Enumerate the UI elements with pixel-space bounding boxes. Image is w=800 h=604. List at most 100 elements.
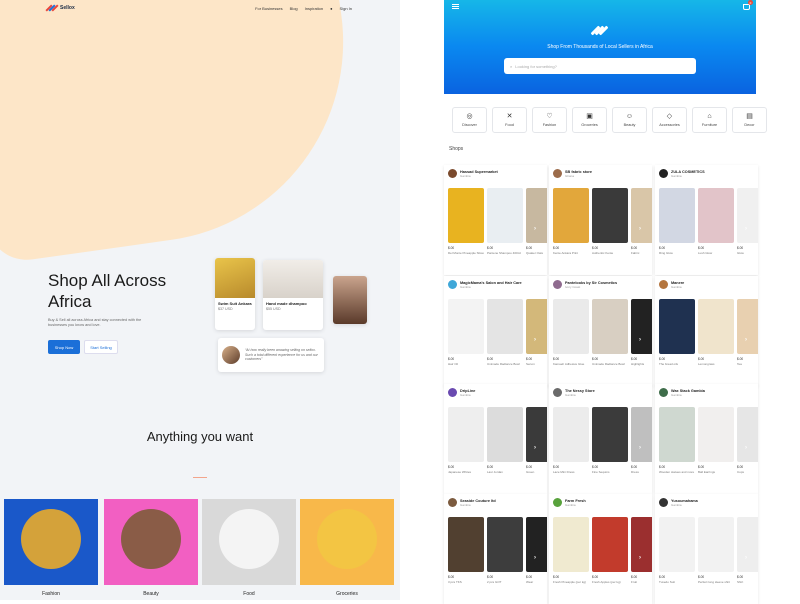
tab-accessories[interactable]: ◇ Accessories <box>652 107 687 133</box>
nav-link-inspiration[interactable]: Inspiration <box>305 6 323 11</box>
chevron-right-icon[interactable]: › <box>531 336 539 344</box>
chevron-right-icon[interactable]: › <box>531 554 539 562</box>
product-item[interactable]: $.00 The bread oils <box>659 299 695 366</box>
chevron-right-icon[interactable]: › <box>742 336 750 344</box>
product-item[interactable]: $.00 Wear <box>526 517 547 584</box>
shop-card[interactable]: Wax Stack Gambia Gambia $.00 Wooden statues… <box>655 384 758 494</box>
avatar <box>659 280 668 289</box>
brand-logo[interactable]: Sellox <box>45 3 75 13</box>
landing-page: Sellox For Businesses Blog Inspiration ●… <box>0 0 400 600</box>
shop-card[interactable]: Yusoumahama Gambia $.00 Tuxedo Suit $.00 Perf… <box>655 494 758 604</box>
category-tile-beauty[interactable] <box>104 499 198 585</box>
product-item[interactable]: $.00 Highlights <box>631 299 652 366</box>
avatar <box>553 280 562 289</box>
product-item[interactable]: $.00 Lemongrass <box>698 299 734 366</box>
product-item[interactable]: $.00 Fruit <box>631 517 652 584</box>
search-input[interactable]: ⌕ Looking for something? <box>504 58 696 74</box>
product-item[interactable]: $.00 Ball Earrings <box>698 407 734 474</box>
tab-furniture[interactable]: ⌂ Furniture <box>692 107 727 133</box>
category-tile-food[interactable] <box>202 499 296 585</box>
chevron-right-icon[interactable]: › <box>531 225 539 233</box>
product-card-shampoo[interactable]: Hand made dhampoo $55 USD <box>263 260 323 330</box>
product-item[interactable]: $.00 Japanese Whites <box>448 407 484 474</box>
product-price: $.00 <box>698 246 705 250</box>
shop-card[interactable]: The Nessy Store Gambia $.00 Lace Mini Dress… <box>549 384 652 494</box>
shop-card[interactable]: DripLine Gambia $.00 Japanese Whites $.00 Las… <box>444 384 547 494</box>
product-item[interactable]: $.00 Perfect long sleeve shirt <box>698 517 734 584</box>
tab-icon: ☺ <box>625 113 634 120</box>
product-name: Dress <box>631 470 639 474</box>
shop-name: DripLine <box>460 388 476 393</box>
shop-card[interactable]: Seaside Couture ltd Gambia $.00 3 pcs TKS $.… <box>444 494 547 604</box>
product-item[interactable]: $.00 Serum <box>526 299 547 366</box>
product-item[interactable]: $.00 Ring Glow <box>659 188 695 255</box>
shop-card[interactable]: Hassad Supermarket Gambia $.00 Del Monte Pi… <box>444 165 547 275</box>
product-item[interactable]: $.00 Wooden statues and more <box>659 407 695 474</box>
tab-beauty[interactable]: ☺ Beauty <box>612 107 647 133</box>
product-item[interactable]: $.00 Unimade Radiance Bowl <box>592 299 628 366</box>
product-image <box>487 517 523 572</box>
product-item[interactable]: $.00 Fine Sequins <box>592 407 628 474</box>
product-item[interactable]: $.00 Authentic Kente <box>592 188 628 255</box>
chevron-right-icon[interactable]: › <box>531 444 539 452</box>
product-item[interactable]: $.00 Kamaeh Adhesive Glue <box>553 299 589 366</box>
tab-fashion[interactable]: ♡ Fashion <box>532 107 567 133</box>
product-item[interactable]: $.00 Pantene Shampoo 400ml <box>487 188 523 255</box>
product-item[interactable]: $.00 Unimade Radiance Bowl <box>487 299 523 366</box>
shop-card[interactable]: Farm Fresh Gambia $.00 Fresh Pineapple (per… <box>549 494 652 604</box>
avatar <box>553 498 562 507</box>
chevron-right-icon[interactable]: › <box>636 336 644 344</box>
shop-location: Gambia <box>565 392 576 397</box>
chevron-right-icon[interactable]: › <box>636 554 644 562</box>
shop-info: Wax Stack Gambia Gambia <box>671 389 705 397</box>
tab-groceries[interactable]: ▣ Groceries <box>572 107 607 133</box>
product-item[interactable]: $.00 Lace Mini Dress <box>553 407 589 474</box>
product-item[interactable]: $.00 Hair Oil <box>448 299 484 366</box>
product-name: Perfect long sleeve shirt <box>698 580 731 584</box>
product-item[interactable]: $.00 Fresh Pineapple (per kg) <box>553 517 589 584</box>
nav-link-businesses[interactable]: For Businesses <box>255 6 283 11</box>
product-item[interactable]: $.00 Tea <box>737 299 758 366</box>
product-item[interactable]: $.00 Glow <box>737 188 758 255</box>
product-image <box>592 188 628 243</box>
tab-discover[interactable]: ◎ Discover <box>452 107 487 133</box>
product-item[interactable]: $.00 Lasr Jordan <box>487 407 523 474</box>
product-item[interactable]: $.00 Lush Glow <box>698 188 734 255</box>
product-item[interactable]: $.00 Green <box>526 407 547 474</box>
nav-link-signin[interactable]: Sign In <box>340 6 352 11</box>
nav-link-blog[interactable]: Blog <box>290 6 298 11</box>
product-item[interactable]: $.00 Cups <box>737 407 758 474</box>
product-title: Swim Suit Ankara <box>218 301 252 306</box>
tab-food[interactable]: ✕ Food <box>492 107 527 133</box>
shop-now-button[interactable]: Shop Now <box>48 340 80 354</box>
tab-icon: ▣ <box>586 113 593 120</box>
chevron-right-icon[interactable]: › <box>636 444 644 452</box>
chevron-right-icon[interactable]: › <box>742 554 750 562</box>
chevron-right-icon[interactable]: › <box>636 225 644 233</box>
product-item[interactable]: $.00 Tuxedo Suit <box>659 517 695 584</box>
shop-card[interactable]: SB fabric store Ghana $.00 Kente Ankara Pri… <box>549 165 652 275</box>
start-selling-button[interactable]: Start Selling <box>84 340 118 354</box>
category-tile-groceries[interactable] <box>300 499 394 585</box>
shop-card[interactable]: Manere Gambia $.00 The bread oils $.00 Lemong… <box>655 276 758 386</box>
category-tile-fashion[interactable] <box>4 499 98 585</box>
shop-card[interactable]: MagicMama's Salon and Hair Care Gambia $.0… <box>444 276 547 386</box>
product-item[interactable]: $.00 Quaker Oats <box>526 188 547 255</box>
product-item[interactable]: $.00 Dress <box>631 407 652 474</box>
product-card-swimsuit[interactable]: Swim Suit Ankara $37 USD <box>215 258 255 330</box>
shop-card[interactable]: ZULA COSMETICS Gambia $.00 Ring Glow $.00 Lus… <box>655 165 758 275</box>
chevron-right-icon[interactable]: › <box>742 444 750 452</box>
product-item[interactable]: $.00 Shirt <box>737 517 758 584</box>
product-item[interactable]: $.00 Kente Ankara Print <box>553 188 589 255</box>
product-item[interactable]: $.00 3 pcs TKS <box>448 517 484 584</box>
product-name: Fabric <box>631 251 640 255</box>
chevron-right-icon[interactable]: › <box>742 225 750 233</box>
product-item[interactable]: $.00 Fabric <box>631 188 652 255</box>
shop-card[interactable]: Pantelooks by Sir Cosmetics Ivory Coast $.… <box>549 276 652 386</box>
product-item[interactable]: $.00 Del Monte Pineapple Sliced <box>448 188 484 255</box>
menu-icon[interactable] <box>452 4 459 9</box>
product-item[interactable]: $.00 2 pcs GOT <box>487 517 523 584</box>
product-item[interactable]: $.00 Fresh Apples (per kg) <box>592 517 628 584</box>
tab-decor[interactable]: ▤ Decor <box>732 107 767 133</box>
product-price: $.00 <box>592 465 599 469</box>
